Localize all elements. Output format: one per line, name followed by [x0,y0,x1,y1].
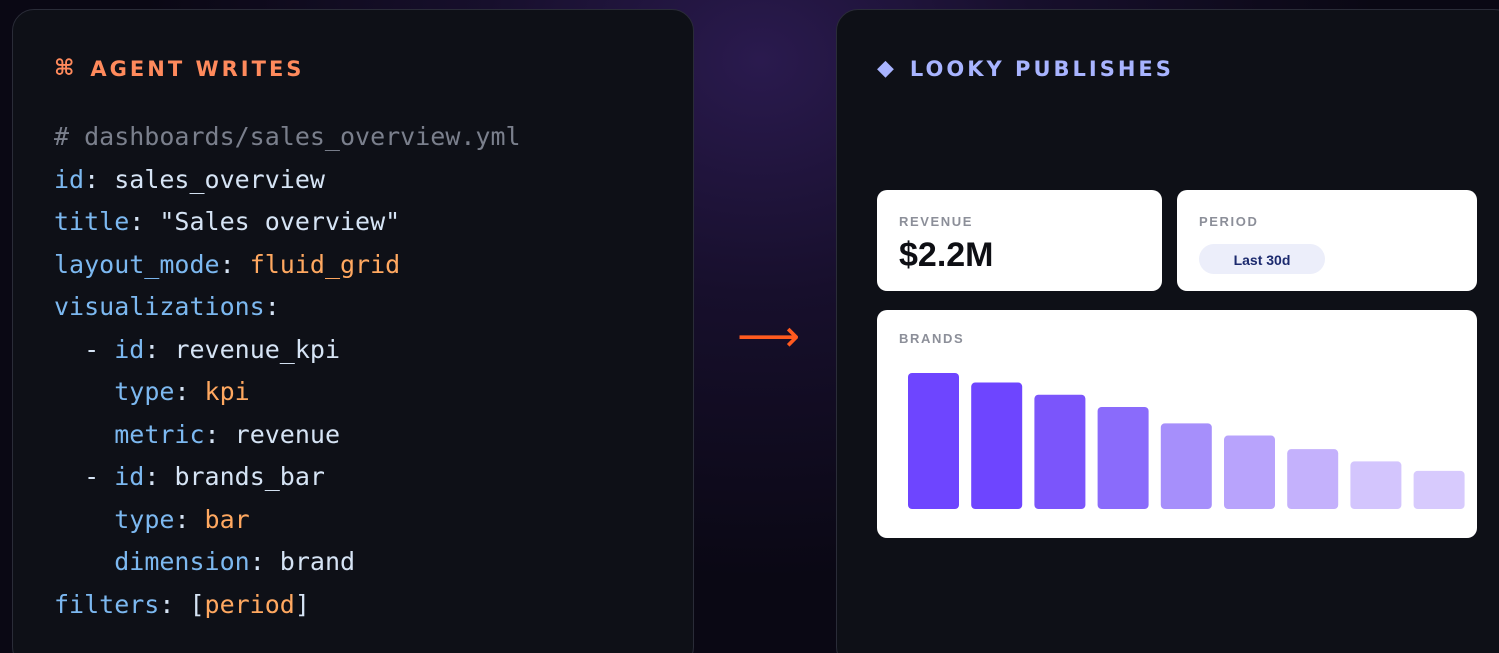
code-token-key: type [114,504,175,534]
period-label: PERIOD [1199,214,1259,229]
code-token-key: dimension [114,547,250,576]
bar-6[interactable] [1224,435,1275,509]
code-token-comment: # dashboards/sales_overview.yml [54,122,521,151]
code-token-str: sales_overview [114,164,325,194]
brands-bar-card: BRANDS [877,310,1477,538]
code-token-str: "Sales overview" [159,207,401,236]
code-token-punct: - [54,334,115,364]
code-token-punct: : [204,419,235,449]
code-token-key: visualizations [54,292,265,321]
code-token-key: metric [114,419,205,449]
revenue-value: $2.2M [899,236,994,274]
code-token-key: title [54,207,130,236]
code-token-str: brand [279,547,356,576]
code-line: type: bar [54,499,521,542]
code-token-punct: - [54,462,115,491]
code-token-punct: : [174,504,205,534]
code-token-val: fluid_grid [249,249,401,279]
code-token-punct: : [219,249,250,279]
bar-4[interactable] [1097,407,1149,509]
code-line: metric: revenue [54,414,521,457]
code-token-val: kpi [204,377,250,406]
code-line: filters: [period] [54,584,521,627]
code-token-key: type [114,377,175,406]
revenue-kpi-card[interactable]: REVENUE $2.2M [877,190,1162,291]
code-token-key: id [54,164,85,194]
bar-5[interactable] [1160,423,1212,509]
code-token-val: period [204,589,295,619]
code-line: id: sales_overview [54,159,521,202]
code-token-punct: : [84,164,115,194]
code-token-val: bar [204,504,250,534]
code-line: title: "Sales overview" [54,201,521,244]
code-line: dimension: brand [54,541,521,584]
agent-writes-title: AGENT WRITES [90,56,305,81]
looky-publishes-panel: ◆ LOOKY PUBLISHES REVENUE $2.2M PERIOD L… [836,9,1499,653]
code-line: visualizations: [54,286,521,329]
code-token-punct: : [129,207,160,236]
code-line: type: kpi [54,371,521,414]
bar-2[interactable] [971,382,1023,509]
bar-1[interactable] [908,373,959,509]
revenue-label: REVENUE [899,214,974,229]
code-token-punct: : [ [159,589,205,619]
code-token-punct: : [174,377,205,406]
code-token-key: id [114,334,145,364]
code-token-punct: : [249,547,280,576]
code-token-str: revenue [234,419,340,449]
bar-7[interactable] [1287,449,1339,509]
brands-bar-chart [908,373,1465,509]
code-line: layout_mode: fluid_grid [54,244,521,287]
code-token-punct [54,547,114,576]
bar-9[interactable] [1413,470,1465,509]
diamond-icon: ◆ [877,56,894,81]
command-icon: ⌘ [54,56,75,81]
period-filter-card: PERIOD Last 30d [1177,190,1477,291]
agent-writes-panel: ⌘ AGENT WRITES # dashboards/sales_overvi… [12,9,694,653]
code-token-key: layout_mode [54,249,220,279]
code-token-punct [54,505,114,534]
code-token-punct [54,377,114,406]
agent-writes-header: ⌘ AGENT WRITES [54,56,304,81]
yaml-code-block: # dashboards/sales_overview.yml id: sales… [54,116,521,626]
code-token-key: id [114,462,145,491]
looky-publishes-title: LOOKY PUBLISHES [909,56,1174,81]
code-line: - id: revenue_kpi [54,329,521,372]
arrow-right-icon: ⟶ [737,311,801,362]
code-token-punct [54,420,114,449]
code-token-punct: : [144,462,175,491]
code-token-punct: : [264,292,280,321]
code-token-punct: : [144,334,175,364]
code-line: - id: brands_bar [54,456,521,499]
code-token-key: filters [54,589,160,619]
bar-8[interactable] [1350,461,1402,509]
code-line: # dashboards/sales_overview.yml [54,116,521,159]
code-token-str: brands_bar [174,462,325,491]
bar-3[interactable] [1034,394,1086,509]
code-token-str: revenue_kpi [174,334,341,364]
period-filter-pill[interactable]: Last 30d [1199,244,1325,274]
code-token-punct: ] [294,589,310,619]
looky-publishes-header: ◆ LOOKY PUBLISHES [877,56,1174,81]
